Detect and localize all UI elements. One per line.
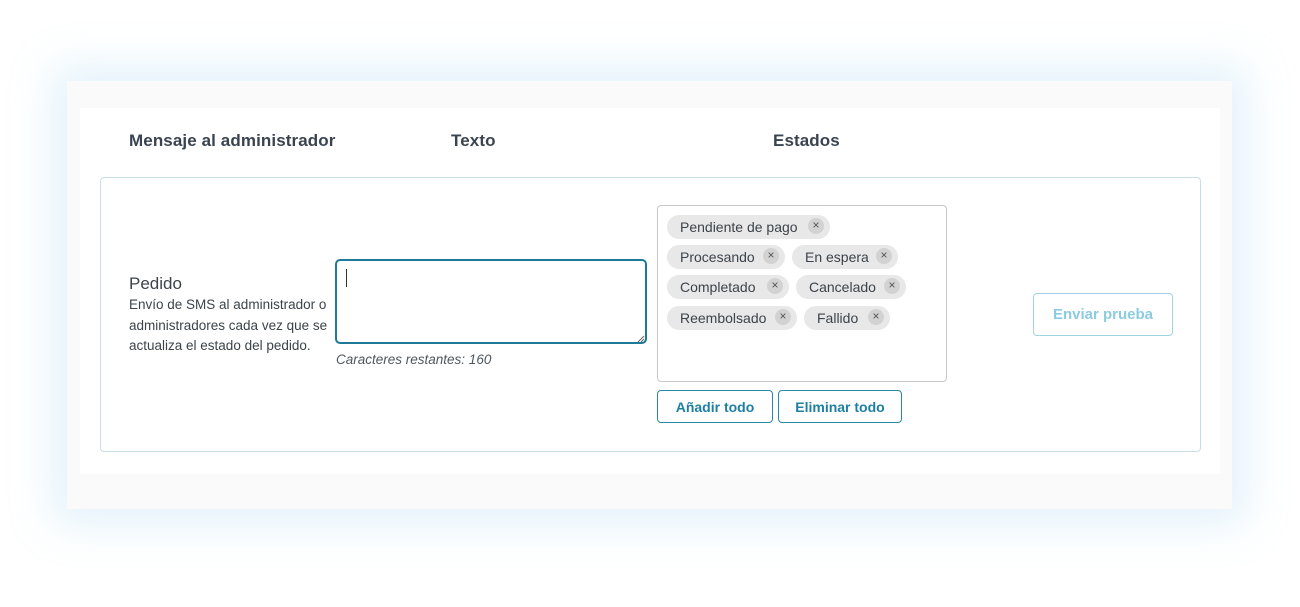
tag-label: Completado (680, 279, 756, 295)
tag-en-espera: En espera × (792, 245, 898, 269)
tag-completado: Completado × (667, 275, 789, 299)
column-header-admin-message: Mensaje al administrador (129, 131, 336, 150)
remove-tag-icon[interactable]: × (767, 278, 783, 294)
tag-procesando: Procesando × (667, 245, 785, 269)
tag-label: En espera (805, 249, 869, 265)
characters-remaining: Caracteres restantes: 160 (336, 352, 492, 367)
tag-label: Reembolsado (680, 310, 767, 326)
remove-tag-icon[interactable]: × (763, 248, 779, 264)
column-header-text: Texto (451, 131, 496, 150)
remove-tag-icon[interactable]: × (775, 309, 791, 325)
tag-fallido: Fallido × (804, 306, 890, 330)
tag-cancelado: Cancelado × (796, 275, 906, 299)
tag-label: Cancelado (809, 279, 876, 295)
sms-text-input[interactable] (335, 259, 647, 344)
remove-tag-icon[interactable]: × (884, 278, 900, 294)
remove-all-button[interactable]: Eliminar todo (778, 390, 902, 423)
row-title: Pedido (129, 274, 182, 293)
tag-label: Pendiente de pago (680, 219, 798, 235)
tag-reembolsado: Reembolsado × (667, 306, 797, 330)
remove-tag-icon[interactable]: × (868, 309, 884, 325)
send-test-button[interactable]: Enviar prueba (1033, 293, 1173, 336)
remove-tag-icon[interactable]: × (876, 248, 892, 264)
resize-handle-icon[interactable] (637, 335, 645, 343)
column-header-states: Estados (773, 131, 840, 150)
add-all-button[interactable]: Añadir todo (657, 390, 773, 423)
text-caret (346, 269, 347, 287)
remove-tag-icon[interactable]: × (808, 218, 824, 234)
row-description: Envío de SMS al administrador o administ… (129, 297, 328, 353)
tag-pendiente-de-pago: Pendiente de pago × (667, 215, 830, 239)
tag-label: Fallido (817, 310, 859, 326)
tag-label: Procesando (680, 249, 755, 265)
